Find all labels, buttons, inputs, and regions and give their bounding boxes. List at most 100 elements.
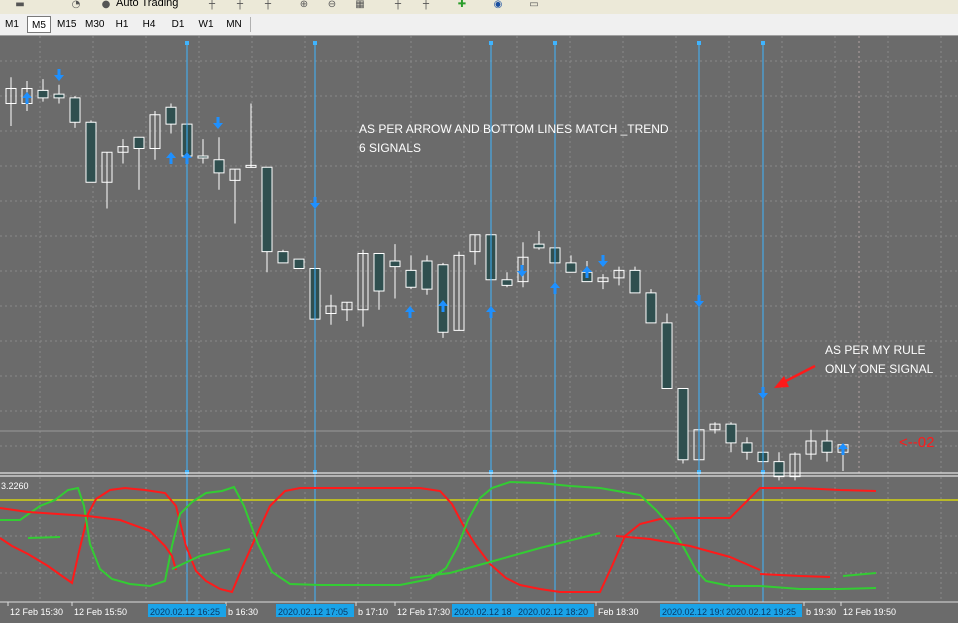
annotation-trend-line1: AS PER ARROW AND BOTTOM LINES MATCH _TRE… [359, 122, 669, 136]
tf-button-m15[interactable]: M15 [54, 16, 78, 33]
time-highlight-label: 2020.02.12 19:05 [662, 607, 732, 617]
down-arrow [54, 69, 64, 81]
indicator-red-segment [615, 535, 761, 571]
folder-icon[interactable]: ▬ [12, 0, 28, 10]
timeframe-toolbar: M1 M5 M15 M30 H1 H4 D1 W1 MN [0, 14, 958, 36]
bear-candle [213, 159, 225, 174]
bar-chart-icon[interactable]: ┼ [204, 0, 220, 10]
tf-button-m1[interactable]: M1 [2, 16, 22, 33]
time-highlight-label: 2020.02.12 19:25 [726, 607, 796, 617]
indicator-green-segment [842, 572, 877, 577]
bear-candle [741, 442, 753, 453]
bear-candle [277, 251, 289, 264]
candlestick-series [5, 77, 849, 481]
bear-candle [389, 260, 401, 268]
tf-button-h4[interactable]: H4 [138, 16, 160, 33]
chart-shift-icon[interactable]: ┼ [390, 0, 406, 10]
bear-candle [37, 89, 49, 99]
zoom-out-icon[interactable]: ⊖ [324, 0, 340, 10]
bear-candle [661, 322, 673, 389]
time-label: 12 Feb 15:50 [74, 607, 127, 617]
bear-candle [565, 262, 577, 273]
candle-chart-icon[interactable]: ┼ [232, 0, 248, 10]
bear-candle [293, 258, 305, 269]
arrow-shape [166, 152, 176, 164]
arrow-shape [213, 117, 223, 129]
up-arrow [486, 306, 496, 318]
time-highlight-label: 2020.02.12 18 [454, 607, 512, 617]
indicator-red-line [0, 486, 877, 594]
periods-icon[interactable]: ◉ [490, 0, 506, 10]
standard-toolbar: ▬ ◔ ● Auto Trading ┼ ┼ ┼ ⊕ ⊖ ▦ ┼ ┼ ✚ ◉ ▭ [0, 0, 958, 15]
arrow-shape [550, 282, 560, 294]
time-axis: 12 Feb 15:30 12 Feb 15:50 b 16:30 b 17:10 12… [7, 602, 896, 617]
bear-candle [821, 440, 833, 453]
arrow-shape [694, 295, 704, 307]
bear-candle [373, 253, 385, 292]
bear-candle [421, 260, 433, 290]
up-arrow [550, 282, 560, 294]
tf-button-mn[interactable]: MN [222, 16, 246, 33]
indicator-grid [0, 477, 958, 602]
signal-line-handle [761, 41, 765, 45]
annotation-red-arrow [774, 364, 816, 388]
down-arrow [310, 197, 320, 209]
arrow-shape [405, 306, 415, 318]
arrow-shape [22, 92, 32, 104]
autotrading-button[interactable]: Auto Trading [116, 0, 178, 9]
bear-candle [773, 461, 785, 478]
bear-candle [629, 269, 641, 294]
bear-candle [677, 388, 689, 461]
bear-candle [85, 121, 97, 183]
tf-button-m5[interactable]: M5 [27, 16, 51, 33]
bear-candle [533, 243, 545, 249]
time-label: b 16:30 [228, 607, 258, 617]
time-label: Feb 18:30 [598, 607, 639, 617]
up-arrow [22, 92, 32, 104]
tile-windows-icon[interactable]: ▦ [352, 0, 368, 10]
bear-candle [405, 269, 417, 288]
tf-button-m30[interactable]: M30 [82, 16, 106, 33]
down-arrow [758, 387, 768, 399]
arrow-shape [598, 255, 608, 267]
indicators-icon[interactable]: ✚ [454, 0, 470, 10]
arrow-shape [310, 197, 320, 209]
up-arrow [166, 152, 176, 164]
pie-icon[interactable]: ◔ [68, 0, 84, 10]
zoom-in-icon[interactable]: ⊕ [296, 0, 312, 10]
indicator-green-segment [171, 548, 231, 570]
toolbar-separator [250, 17, 251, 32]
autotrading-icon[interactable]: ● [98, 0, 114, 10]
tf-button-d1[interactable]: D1 [167, 16, 189, 33]
main-chart-grid [0, 36, 958, 473]
bear-candle [133, 136, 145, 149]
autoscroll-icon[interactable]: ┼ [418, 0, 434, 10]
indicator-level-label: 3.2260 [1, 481, 29, 491]
up-arrow [405, 306, 415, 318]
templates-icon[interactable]: ▭ [526, 0, 542, 10]
signal-line-handle [313, 41, 317, 45]
annotation-trend-line2: 6 SIGNALS [359, 141, 421, 155]
arrow-shape [486, 306, 496, 318]
line-chart-icon[interactable]: ┼ [260, 0, 276, 10]
down-arrow [598, 255, 608, 267]
bear-candle [437, 264, 449, 333]
price-marker-label: <--02 [899, 434, 934, 451]
indicator-green-segment [409, 532, 601, 579]
chart-area[interactable]: AS PER ARROW AND BOTTOM LINES MATCH _TRE… [0, 36, 958, 623]
arrow-shape [54, 69, 64, 81]
time-highlight-label: 2020.02.12 17:05 [278, 607, 348, 617]
time-highlight-label: 2020.02.12 16:25 [150, 607, 220, 617]
tf-button-h1[interactable]: H1 [111, 16, 133, 33]
signal-line-handle [489, 41, 493, 45]
bear-candle [69, 97, 81, 123]
tf-button-w1[interactable]: W1 [194, 16, 218, 33]
time-label: b 17:10 [358, 607, 388, 617]
bear-candle [501, 279, 513, 286]
bear-candle [53, 93, 65, 99]
signal-line-handle [553, 41, 557, 45]
time-label: b 19:30 [806, 607, 836, 617]
down-arrow [694, 295, 704, 307]
time-highlight-label: 2020.02.12 18:20 [518, 607, 588, 617]
signal-line-handle [185, 41, 189, 45]
